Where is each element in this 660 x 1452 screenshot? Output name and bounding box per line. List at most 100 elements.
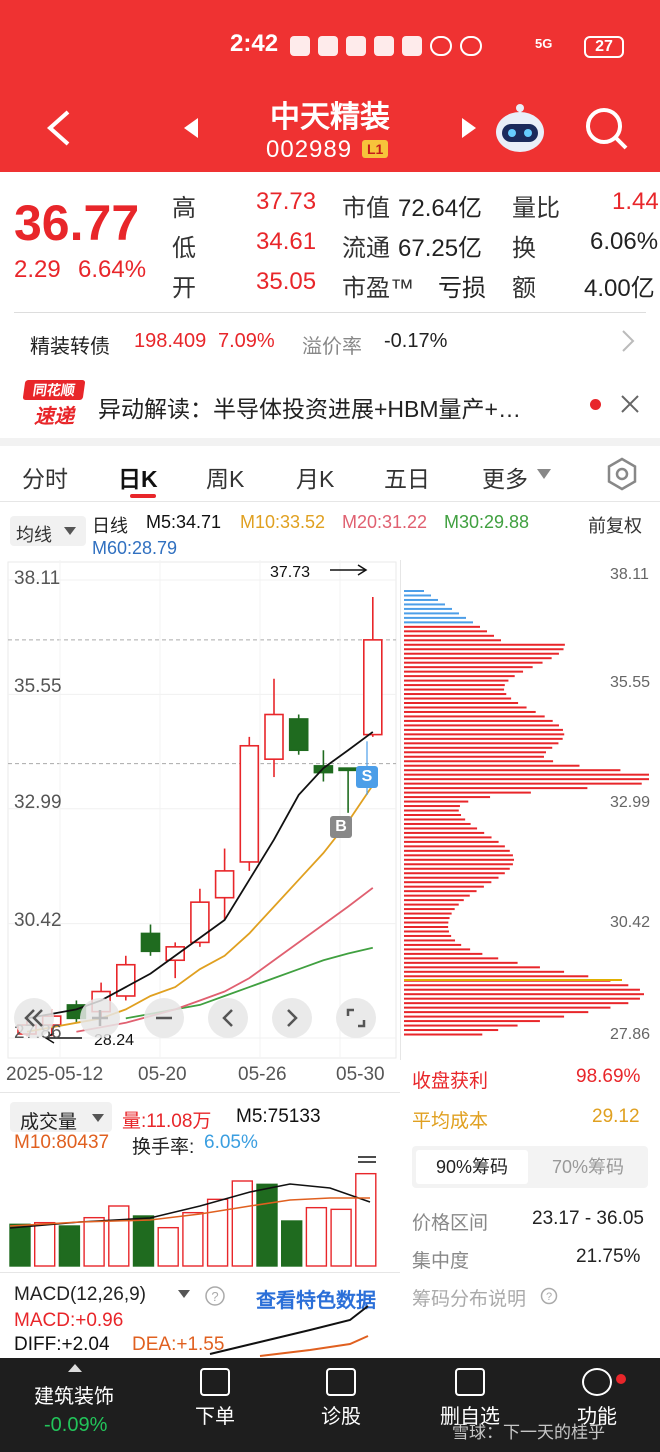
tab-weekly-k[interactable]: 周K (206, 460, 244, 494)
macd-lines (209, 1305, 369, 1357)
chip-bar (404, 590, 424, 592)
chip-bar (404, 715, 545, 718)
avg-cost-value: 29.12 (592, 1106, 640, 1127)
chip-bar (404, 666, 533, 669)
chip-bar (404, 661, 543, 664)
profit-ratio-value: 98.69% (576, 1066, 641, 1087)
vol-ratio-label: 量比 (512, 195, 560, 222)
diagnose-icon (326, 1368, 356, 1396)
zoom-out-button[interactable] (144, 998, 184, 1038)
tab-more[interactable]: 更多 (482, 460, 528, 494)
y-label-1: 38.11 (14, 568, 61, 589)
candle-body (362, 639, 383, 736)
volume-indicator-selector[interactable]: 成交量 (10, 1102, 112, 1133)
close-icon[interactable] (620, 394, 640, 414)
tab-chip-90[interactable]: 90%筹码 (416, 1150, 528, 1184)
chip-bar (404, 670, 524, 673)
settings-icon[interactable] (604, 456, 640, 492)
zoom-in-button[interactable] (80, 998, 120, 1038)
chip-bar (404, 764, 580, 767)
ma-selector[interactable]: 均线 (10, 516, 86, 546)
chip-bar (404, 952, 483, 955)
mcap-value: 72.64亿 (398, 195, 483, 222)
high-marker-label: 37.73 (270, 564, 311, 581)
amount-value: 4.00亿 (584, 275, 655, 302)
volume-bar (256, 1183, 278, 1267)
app-icon (318, 36, 338, 56)
chip-bar (404, 796, 491, 799)
chip-bar (404, 881, 492, 884)
chip-bar (404, 858, 515, 861)
macd-title[interactable]: MACD(12,26,9) (14, 1284, 146, 1306)
chip-bar (404, 957, 499, 960)
diagnose-button[interactable]: 诊股 (316, 1368, 366, 1429)
status-icons (290, 36, 482, 56)
tab-monthly-k[interactable]: 月K (296, 460, 334, 494)
eye-icon (460, 36, 482, 56)
expand-icon (346, 1008, 366, 1028)
chip-bar (404, 594, 431, 597)
buy-signal-badge[interactable]: B (330, 816, 352, 838)
volume-bar (9, 1223, 31, 1267)
news-row[interactable]: 同花顺 速递 异动解读：半导体投资进展+HBM量产+… (0, 372, 660, 436)
tab-five-day[interactable]: 五日 (384, 460, 430, 494)
convertible-bond-row[interactable]: 精装转债 198.409 7.09% 溢价率 -0.17% (0, 320, 660, 362)
chip-explain-link[interactable]: 筹码分布说明 (412, 1284, 526, 1311)
tab-chip-70[interactable]: 70%筹码 (532, 1150, 644, 1184)
dropdown-icon (537, 469, 551, 479)
watermark: 雪球：下一天的桂乎 (452, 1423, 605, 1442)
chip-bar (404, 894, 470, 897)
chip-bar (404, 885, 484, 888)
price-change-pct: 6.64% (78, 256, 147, 283)
sector-name[interactable]: 建筑装饰 (34, 1380, 114, 1409)
chip-bar (404, 760, 554, 763)
chip-bar (404, 782, 642, 785)
chart-divider (400, 560, 401, 1060)
sell-signal-badge[interactable]: S (356, 766, 378, 788)
chip-bar (404, 751, 546, 754)
robot-assistant-icon[interactable] (492, 100, 548, 156)
open-label: 开 (172, 275, 196, 302)
next-stock-icon[interactable] (458, 116, 480, 140)
chip-bar (404, 1015, 565, 1018)
divider (14, 312, 646, 313)
chip-bar (404, 966, 540, 969)
chip-bar (404, 854, 513, 857)
macd-value: MACD:+0.96 (14, 1310, 124, 1331)
order-button[interactable]: 下单 (190, 1368, 240, 1429)
chip-bar (404, 755, 544, 758)
candle-body (288, 718, 309, 752)
tab-intraday[interactable]: 分时 (22, 460, 68, 494)
concentration-value: 21.75% (576, 1246, 641, 1267)
volume-bar (34, 1221, 56, 1267)
fullscreen-button[interactable] (336, 998, 376, 1038)
volume-value: 量:11.08万 (122, 1111, 212, 1132)
ths-express-logo: 同花顺 速递 (22, 380, 86, 428)
chip-bar (404, 1024, 518, 1027)
help-icon[interactable]: ? (540, 1287, 558, 1305)
open-value: 35.05 (256, 268, 317, 295)
chip-bar (404, 845, 505, 848)
pan-right-button[interactable] (272, 998, 312, 1038)
tab-daily-k[interactable]: 日K (118, 460, 158, 494)
zoom-out-full-button[interactable] (14, 998, 54, 1038)
volume-bar (83, 1216, 105, 1267)
candle-body (264, 713, 284, 760)
chip-bar (404, 598, 438, 601)
pe-label: 市盈™ (342, 275, 414, 302)
chip-bar (404, 970, 565, 973)
news-app-icon (402, 36, 422, 56)
search-icon[interactable] (584, 106, 628, 152)
float-value: 67.25亿 (398, 235, 483, 262)
chip-bar (404, 702, 519, 704)
chip-y-label-5: 27.86 (610, 1026, 651, 1043)
chip-bar (404, 706, 527, 709)
chip-bar (404, 733, 565, 736)
chevron-left-icon (222, 1009, 233, 1027)
high-label: 高 (172, 195, 196, 222)
chip-y-label-4: 30.42 (610, 914, 651, 931)
battery-icon: 27 (584, 36, 624, 58)
adjust-mode[interactable]: 前复权 (588, 512, 642, 538)
pan-left-button[interactable] (208, 998, 248, 1038)
chip-y-label-1: 38.11 (610, 566, 649, 583)
